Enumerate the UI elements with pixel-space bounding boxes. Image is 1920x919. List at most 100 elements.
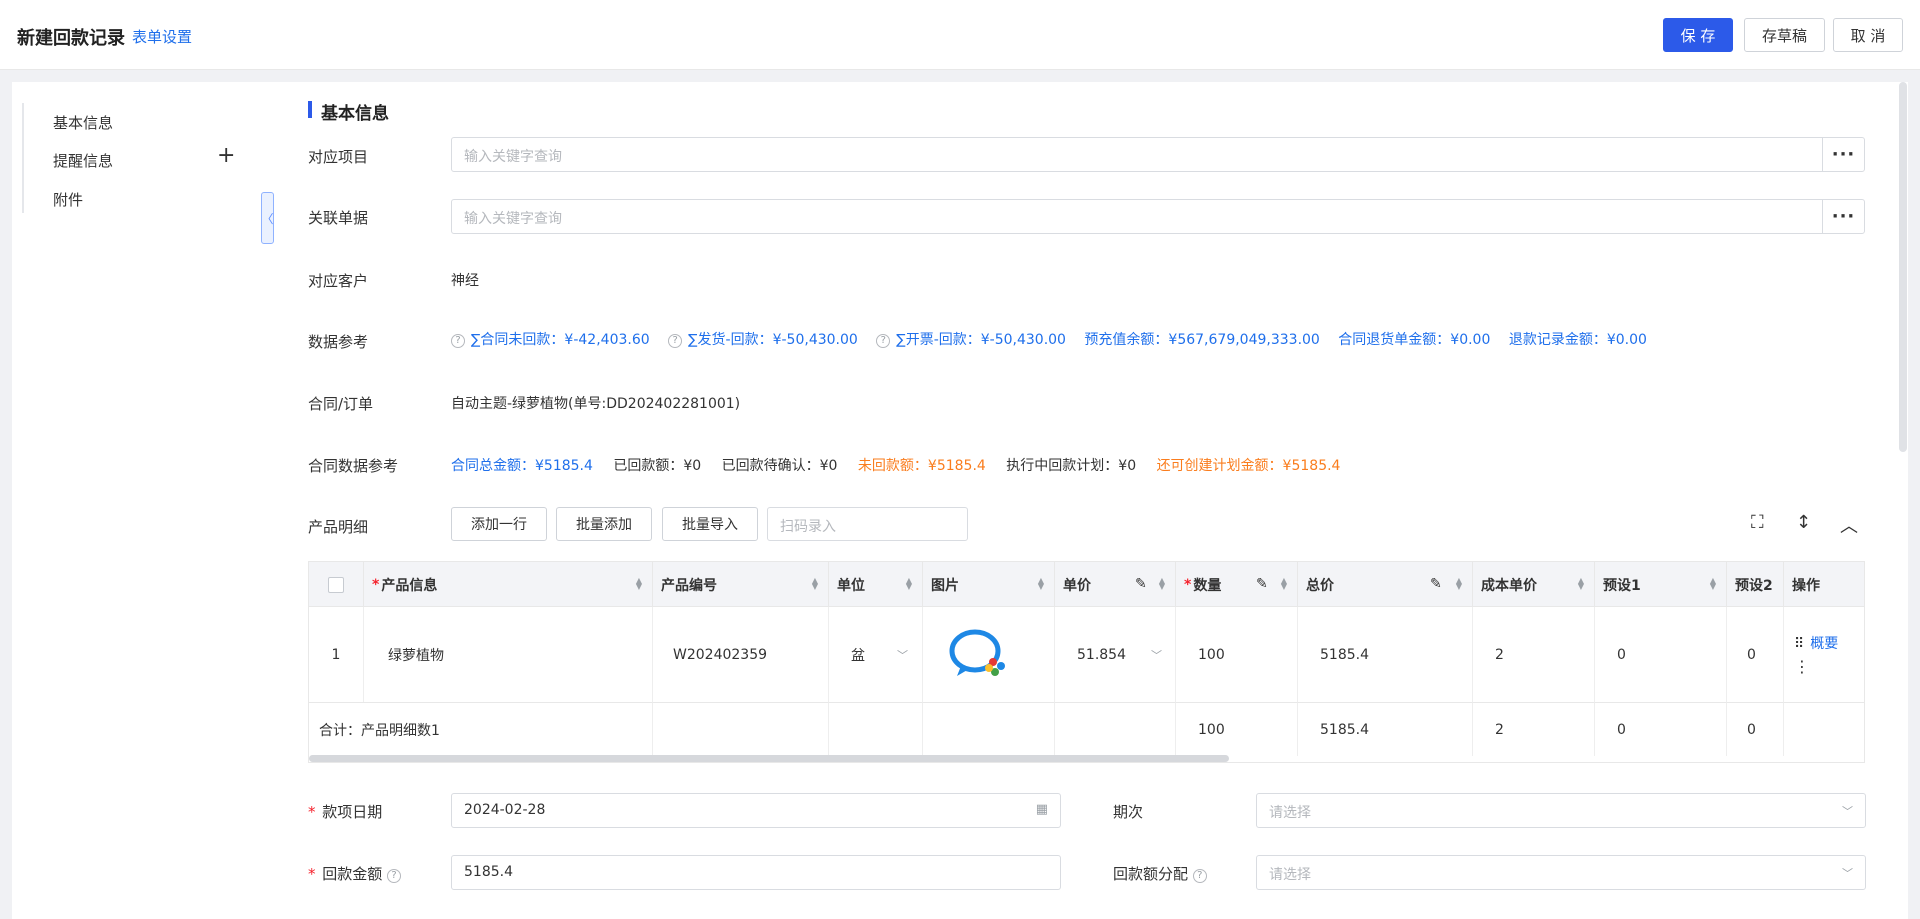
page-vertical-scrollbar[interactable] xyxy=(1899,82,1907,452)
batch-import-button[interactable]: 批量导入 xyxy=(662,507,758,541)
project-label: 对应项目 xyxy=(308,148,369,166)
contract-ref-row: 合同总金额：¥5185.4 已回款额：¥0 已回款待确认：¥0 未回款额：¥51… xyxy=(451,455,1356,475)
save-button[interactable]: 保 存 xyxy=(1663,18,1733,52)
summary-label: 合计：产品明细数1 xyxy=(309,702,653,756)
pending-confirm-amount: 已回款待确认：¥0 xyxy=(721,458,838,474)
col-quantity[interactable]: * 数量 ✎ ▲ ▼ xyxy=(1176,562,1298,607)
col-image[interactable]: 图片 ▲ ▼ xyxy=(923,562,1055,607)
more-icon[interactable]: ··· xyxy=(1822,138,1864,171)
collapse-left-icon[interactable]: 〈 xyxy=(261,192,274,244)
edit-icon: ✎ xyxy=(1256,576,1268,592)
customer-label: 对应客户 xyxy=(308,272,369,290)
calendar-icon[interactable]: ▦ xyxy=(1036,802,1048,817)
plus-icon[interactable]: + xyxy=(217,145,235,167)
related-doc-label: 关联单据 xyxy=(308,209,369,227)
contract-unpaid-ref[interactable]: ∑合同未回款：¥-42,403.60 xyxy=(471,332,650,348)
project-input[interactable]: 输入关键字查询 ··· xyxy=(451,137,1865,172)
preset2-value[interactable]: 0 xyxy=(1727,607,1784,702)
select-all-checkbox[interactable] xyxy=(328,576,344,593)
product-code: W202402359 xyxy=(653,607,829,702)
unit-price-select[interactable]: 51.854 ﹀ xyxy=(1055,607,1176,702)
nav-item-basic-info[interactable]: 基本信息 xyxy=(53,112,113,133)
allocation-label: 回款额分配 ? xyxy=(1113,863,1213,884)
date-label: * 款项日期 xyxy=(308,803,383,821)
unpaid-amount: 未回款额：¥5185.4 xyxy=(857,458,986,474)
chevron-up-icon[interactable]: ︿ xyxy=(1840,512,1858,538)
related-doc-input[interactable]: 输入关键字查询 ··· xyxy=(451,199,1865,234)
unit-select[interactable]: 盆 ﹀ xyxy=(829,607,923,702)
more-icon[interactable]: ··· xyxy=(1822,200,1864,233)
contract-label: 合同/订单 xyxy=(308,395,374,413)
in-plan-amount: 执行中回款计划：¥0 xyxy=(1006,458,1137,474)
data-ref-label: 数据参考 xyxy=(308,333,369,351)
help-circle-icon[interactable]: ? xyxy=(876,334,891,348)
form-settings-link[interactable]: 表单设置 xyxy=(132,26,192,47)
allocation-placeholder: 请选择 xyxy=(1269,867,1311,883)
more-vertical-icon[interactable]: ⋮ xyxy=(1794,657,1810,676)
batch-add-button[interactable]: 批量添加 xyxy=(556,507,652,541)
cost-price-value[interactable]: 2 xyxy=(1473,607,1595,702)
paid-amount: 已回款额：¥0 xyxy=(613,458,702,474)
summary-empty-cell xyxy=(923,702,1055,756)
col-preset1[interactable]: 预设1 ▲ ▼ xyxy=(1595,562,1727,607)
col-product-info[interactable]: * 产品信息 ▲ ▼ xyxy=(364,562,653,607)
chevron-down-icon: ﹀ xyxy=(1842,867,1853,880)
product-image[interactable] xyxy=(923,607,1055,702)
period-select[interactable]: 请选择 ﹀ xyxy=(1256,793,1866,828)
vertical-expand-icon[interactable]: ↕ xyxy=(1796,512,1811,533)
data-ref-row: ? ∑合同未回款：¥-42,403.60 ? ∑发货-回款：¥-50,430.00 … xyxy=(451,329,1661,349)
contract-total[interactable]: 合同总金额：¥5185.4 xyxy=(451,458,593,474)
total-price-value[interactable]: 5185.4 xyxy=(1298,607,1473,702)
help-circle-icon[interactable]: ? xyxy=(668,334,683,348)
nav-item-reminder-info[interactable]: 提醒信息 xyxy=(53,150,113,171)
summary-total: 5185.4 xyxy=(1298,702,1473,756)
delivery-minus-paid-ref[interactable]: ∑发货-回款：¥-50,430.00 xyxy=(688,332,858,348)
period-label: 期次 xyxy=(1113,803,1144,821)
save-draft-button[interactable]: 存草稿 xyxy=(1744,18,1825,52)
fullscreen-icon[interactable]: ⛶ xyxy=(1751,512,1764,533)
section-accent-bar xyxy=(308,101,312,118)
date-input[interactable]: 2024-02-28 ▦ xyxy=(451,793,1061,828)
summary-cost: 2 xyxy=(1473,702,1595,756)
col-unit[interactable]: 单位 ▲ ▼ xyxy=(829,562,923,607)
add-row-button[interactable]: 添加一行 xyxy=(451,507,547,541)
project-placeholder: 输入关键字查询 xyxy=(464,149,562,165)
summary-action[interactable]: ⠿ 概要 xyxy=(1794,633,1838,653)
prepaid-balance-ref[interactable]: 预充值余额：¥567,679,049,333.00 xyxy=(1084,332,1319,348)
drag-handle-icon: ⠿ xyxy=(1794,636,1805,652)
can-create-plan-amount: 还可创建计划金额：¥5185.4 xyxy=(1156,458,1341,474)
cancel-button[interactable]: 取 消 xyxy=(1833,18,1903,52)
table-horizontal-scrollbar[interactable] xyxy=(309,755,1229,762)
product-label: 产品明细 xyxy=(308,518,369,536)
contract-ref-label: 合同数据参考 xyxy=(308,457,399,475)
help-circle-icon[interactable]: ? xyxy=(451,334,465,348)
col-preset2[interactable]: 预设2 xyxy=(1727,562,1784,607)
contract-return-amount-ref[interactable]: 合同退货单金额：¥0.00 xyxy=(1338,332,1490,348)
chevron-down-icon: ﹀ xyxy=(1842,805,1853,818)
product-name[interactable]: 绿萝植物 xyxy=(364,607,653,702)
col-unit-price[interactable]: 单价 ✎ ▲ ▼ xyxy=(1055,562,1176,607)
allocation-select[interactable]: 请选择 ﹀ xyxy=(1256,855,1866,890)
row-actions: ⠿ 概要 ⋮ xyxy=(1784,607,1864,702)
col-total-price[interactable]: 总价 ✎ ▲ ▼ xyxy=(1298,562,1473,607)
help-circle-icon[interactable]: ? xyxy=(1192,869,1207,883)
invoice-minus-paid-ref[interactable]: ∑开票-回款：¥-50,430.00 xyxy=(896,332,1066,348)
nav-item-attachments[interactable]: 附件 xyxy=(53,189,83,210)
refund-record-amount-ref[interactable]: 退款记录金额：¥0.00 xyxy=(1509,332,1647,348)
summary-empty-cell xyxy=(1784,702,1864,756)
amount-input[interactable]: 5185.4 xyxy=(451,855,1061,890)
scan-input[interactable]: 扫码录入 xyxy=(767,507,968,541)
help-circle-icon[interactable]: ? xyxy=(387,869,402,883)
col-product-code[interactable]: 产品编号 ▲ ▼ xyxy=(653,562,829,607)
col-cost-price[interactable]: 成本单价 ▲ ▼ xyxy=(1473,562,1595,607)
quantity-value[interactable]: 100 xyxy=(1176,607,1298,702)
summary-quantity: 100 xyxy=(1176,702,1298,756)
preset1-value[interactable]: 0 xyxy=(1595,607,1727,702)
summary-preset1: 0 xyxy=(1595,702,1727,756)
customer-value: 神经 xyxy=(451,273,479,289)
row-index: 1 xyxy=(309,607,364,702)
amount-value: 5185.4 xyxy=(464,864,513,880)
summary-empty-cell xyxy=(829,702,923,756)
edit-icon: ✎ xyxy=(1430,576,1442,592)
chat-bubble-icon xyxy=(949,629,1005,676)
